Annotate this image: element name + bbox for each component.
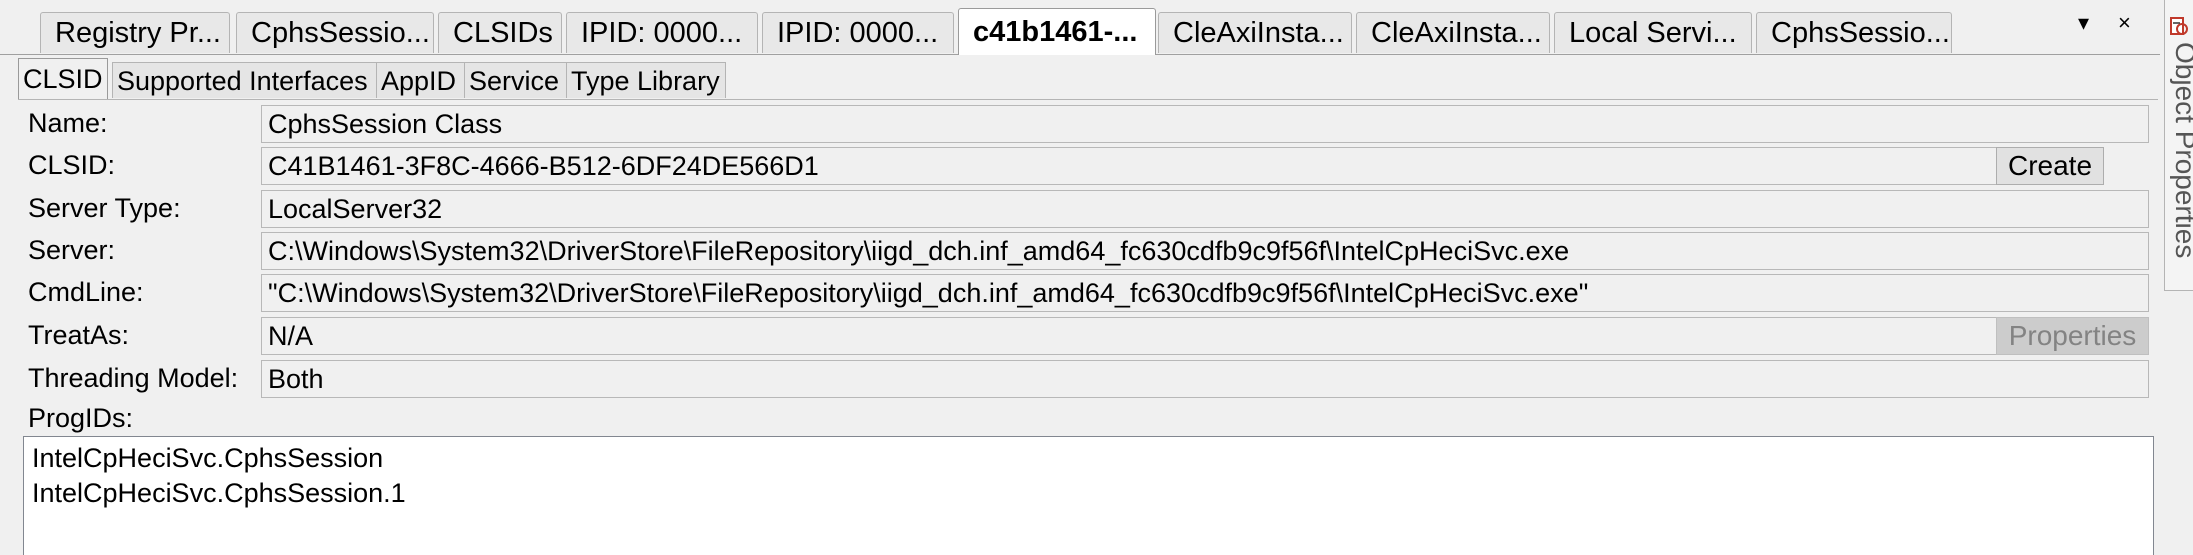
object-properties-side-panel[interactable]: Object Properties (2164, 0, 2193, 291)
properties-icon (2170, 17, 2188, 35)
tab-label: AppID (381, 66, 457, 96)
doc-tab-cphssession[interactable]: CphsSessio... (236, 12, 434, 53)
create-button[interactable]: Create (1996, 147, 2104, 185)
tab-label: CLSID (23, 64, 103, 94)
document-tab-strip: Registry Pr... CphsSessio... CLSIDs IPID… (0, 0, 2160, 55)
threading-model-field[interactable]: Both (261, 360, 2149, 398)
doc-tab-label: Registry Pr... (55, 17, 221, 49)
tab-service[interactable]: Service (464, 62, 578, 98)
doc-tab-label: c41b1461-... (973, 16, 1138, 48)
doc-tab-ipid-2[interactable]: IPID: 0000... (762, 12, 954, 53)
doc-tab-label: CleAxiInsta... (1371, 17, 1542, 49)
tab-type-library[interactable]: Type Library (566, 62, 726, 98)
tab-label: Service (469, 66, 560, 96)
tab-supported-interfaces[interactable]: Supported Interfaces (112, 62, 394, 98)
name-field[interactable]: CphsSession Class (261, 105, 2149, 143)
tab-clsid[interactable]: CLSID (18, 58, 108, 100)
cmdline-label: CmdLine: (28, 277, 144, 307)
server-type-field[interactable]: LocalServer32 (261, 190, 2149, 228)
side-panel-label: Object Properties (2170, 42, 2193, 259)
doc-tab-label: IPID: 0000... (581, 17, 743, 49)
doc-tab-cleaxiinstance-1[interactable]: CleAxiInsta... (1158, 12, 1352, 53)
close-tab-icon[interactable]: × (2118, 10, 2131, 36)
doc-tab-cphssession-2[interactable]: CphsSessio... (1756, 12, 1952, 53)
server-path-field[interactable]: C:\Windows\System32\DriverStore\FileRepo… (261, 232, 2149, 270)
threading-model-label: Threading Model: (28, 363, 239, 393)
progids-label: ProgIDs: (28, 403, 134, 433)
clsid-field[interactable]: C41B1461-3F8C-4666-B512-6DF24DE566D1 (261, 147, 2002, 185)
doc-tab-registry-properties[interactable]: Registry Pr... (40, 12, 230, 53)
doc-tab-label: CphsSessio... (251, 17, 430, 49)
tab-label: Supported Interfaces (117, 66, 368, 96)
tab-list-dropdown-icon[interactable]: ▾ (2078, 10, 2089, 36)
list-item[interactable]: IntelCpHeciSvc.CphsSession.1 (32, 476, 2153, 511)
doc-tab-clsids[interactable]: CLSIDs (438, 12, 562, 53)
doc-tab-label: CLSIDs (453, 17, 553, 49)
doc-tab-ipid-1[interactable]: IPID: 0000... (566, 12, 758, 53)
properties-button[interactable]: Properties (1996, 317, 2149, 355)
cmdline-field[interactable]: "C:\Windows\System32\DriverStore\FileRep… (261, 274, 2149, 312)
server-label: Server: (28, 235, 116, 265)
treatas-label: TreatAs: (28, 320, 130, 350)
doc-tab-cleaxiinstance-2[interactable]: CleAxiInsta... (1356, 12, 1550, 53)
doc-tab-local-service[interactable]: Local Servi... (1554, 12, 1752, 53)
doc-tab-c41b1461[interactable]: c41b1461-... (958, 8, 1156, 55)
doc-tab-label: CphsSessio... (1771, 17, 1950, 49)
list-item[interactable]: IntelCpHeciSvc.CphsSession (32, 441, 2153, 476)
doc-tab-label: Local Servi... (1569, 17, 1737, 49)
doc-tab-label: IPID: 0000... (777, 17, 939, 49)
server-type-label: Server Type: (28, 193, 181, 223)
treatas-field[interactable]: N/A (261, 317, 2002, 355)
clsid-properties-panel: Name: CphsSession Class CLSID: C41B1461-… (18, 99, 2158, 555)
name-label: Name: (28, 108, 108, 138)
tab-label: Type Library (571, 66, 720, 96)
doc-tab-label: CleAxiInsta... (1173, 17, 1344, 49)
clsid-label: CLSID: (28, 150, 116, 180)
progids-list[interactable]: IntelCpHeciSvc.CphsSession IntelCpHeciSv… (23, 436, 2154, 555)
